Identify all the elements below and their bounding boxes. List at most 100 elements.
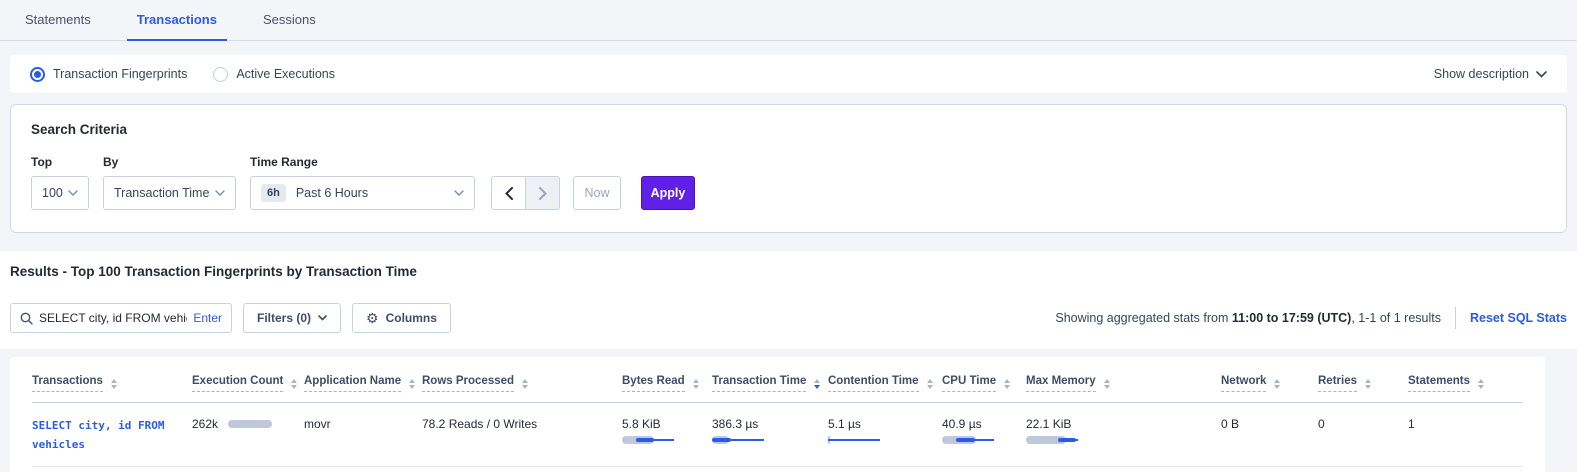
chevron-down-icon — [1536, 71, 1547, 78]
radio-label: Active Executions — [236, 67, 335, 81]
show-description-toggle[interactable]: Show description — [1434, 67, 1547, 81]
transaction-time-value: 386.3 µs — [712, 417, 822, 431]
column-header-statements[interactable]: Statements — [1408, 375, 1503, 392]
execution-count-bar — [228, 420, 272, 428]
transaction-fingerprint-link[interactable]: SELECT city, id FROM vehicles — [32, 419, 164, 451]
radio-transaction-fingerprints[interactable]: Transaction Fingerprints — [30, 67, 187, 82]
sort-icon[interactable] — [927, 379, 933, 389]
aggregated-stats-text: Showing aggregated stats from 11:00 to 1… — [1055, 307, 1567, 329]
rows-processed-value: 78.2 Reads / 0 Writes — [422, 417, 622, 431]
search-icon — [20, 312, 33, 325]
sort-icon[interactable] — [693, 379, 699, 389]
max-memory-bar — [1026, 436, 1078, 444]
column-header-max-memory[interactable]: Max Memory — [1026, 375, 1221, 392]
cpu-time-value: 40.9 µs — [942, 417, 1020, 431]
max-memory-value: 22.1 KiB — [1026, 417, 1215, 431]
column-header-label: Max Memory — [1026, 375, 1096, 392]
columns-button[interactable]: ⚙ Columns — [352, 303, 451, 333]
table-row: SELECT city, id FROM vehicles 262k movr … — [32, 403, 1523, 467]
time-range-field: Time Range 6h Past 6 Hours — [250, 155, 475, 210]
column-header-label: Rows Processed — [422, 375, 514, 392]
sort-icon[interactable] — [1478, 379, 1484, 389]
divider — [1455, 307, 1456, 329]
time-range-value: Past 6 Hours — [296, 186, 368, 200]
top-field: Top 100 — [31, 155, 89, 210]
transactions-table-wrap: Transactions Execution Count Application N… — [0, 349, 1577, 472]
view-toggle-row: Transaction Fingerprints Active Executio… — [10, 55, 1567, 93]
sort-icon[interactable] — [111, 379, 117, 389]
column-header-label: CPU Time — [942, 375, 996, 392]
column-header-transactions[interactable]: Transactions — [32, 375, 192, 392]
search-box: Enter — [10, 303, 232, 333]
chevron-down-icon — [215, 190, 225, 196]
sort-icon[interactable] — [291, 379, 297, 389]
retries-value: 0 — [1318, 417, 1408, 431]
search-criteria-title: Search Criteria — [31, 122, 1546, 137]
column-header-bytes-read[interactable]: Bytes Read — [622, 375, 712, 392]
column-header-label: Transaction Time — [712, 375, 806, 392]
filters-button[interactable]: Filters (0) — [243, 303, 341, 333]
sort-icon[interactable] — [1004, 379, 1010, 389]
column-header-label: Transactions — [32, 375, 103, 392]
by-select-value: Transaction Time — [114, 186, 209, 200]
column-header-label: Contention Time — [828, 375, 919, 392]
now-button[interactable]: Now — [573, 176, 621, 210]
application-name-value: movr — [304, 417, 422, 431]
radio-selected-icon — [30, 67, 45, 82]
sort-icon[interactable] — [522, 379, 528, 389]
top-select[interactable]: 100 — [31, 176, 89, 210]
by-label: By — [103, 155, 236, 169]
column-header-label: Execution Count — [192, 375, 283, 392]
column-header-label: Bytes Read — [622, 375, 685, 392]
stats-time-range: 11:00 to 17:59 (UTC) — [1232, 311, 1351, 325]
column-header-cpu-time[interactable]: CPU Time — [942, 375, 1026, 392]
column-header-transaction-time[interactable]: Transaction Time — [712, 375, 828, 392]
time-range-prev-button[interactable] — [491, 176, 526, 210]
by-select[interactable]: Transaction Time — [103, 176, 236, 210]
columns-label: Columns — [386, 311, 437, 325]
sort-icon[interactable] — [409, 379, 415, 389]
column-header-retries[interactable]: Retries — [1318, 375, 1408, 392]
tab-statements[interactable]: Statements — [15, 12, 101, 40]
sort-icon[interactable] — [1104, 379, 1110, 389]
column-header-contention-time[interactable]: Contention Time — [828, 375, 942, 392]
chevron-down-icon — [454, 190, 464, 196]
radio-label: Transaction Fingerprints — [53, 67, 187, 81]
transaction-time-bar — [712, 436, 764, 444]
transactions-table: Transactions Execution Count Application N… — [10, 357, 1545, 472]
cpu-time-bar — [942, 436, 994, 444]
tab-sessions[interactable]: Sessions — [253, 12, 326, 40]
column-header-network[interactable]: Network — [1221, 375, 1318, 392]
column-header-label: Statements — [1408, 375, 1470, 392]
results-title: Results - Top 100 Transaction Fingerprin… — [10, 264, 1567, 279]
reset-sql-stats-link[interactable]: Reset SQL Stats — [1470, 311, 1567, 325]
gear-icon: ⚙ — [366, 311, 379, 325]
filters-label: Filters (0) — [257, 311, 311, 325]
radio-active-executions[interactable]: Active Executions — [213, 67, 335, 82]
column-header-application-name[interactable]: Application Name — [304, 375, 422, 392]
sort-icon[interactable] — [1365, 379, 1371, 389]
chevron-right-icon — [539, 187, 547, 200]
column-header-rows-processed[interactable]: Rows Processed — [422, 375, 622, 392]
search-input[interactable] — [39, 311, 187, 325]
apply-button[interactable]: Apply — [641, 176, 695, 210]
chevron-left-icon — [505, 187, 513, 200]
chevron-down-icon — [318, 315, 327, 321]
contention-time-value: 5.1 µs — [828, 417, 936, 431]
column-header-execution-count[interactable]: Execution Count — [192, 375, 304, 392]
network-value: 0 B — [1221, 417, 1318, 431]
sort-icon[interactable] — [814, 379, 820, 389]
sort-icon[interactable] — [1274, 379, 1280, 389]
top-label: Top — [31, 155, 89, 169]
time-range-select[interactable]: 6h Past 6 Hours — [250, 176, 475, 210]
statements-value: 1 — [1408, 417, 1503, 431]
bytes-read-bar — [622, 436, 674, 444]
time-range-next-button[interactable] — [525, 176, 560, 210]
show-description-label: Show description — [1434, 67, 1529, 81]
bytes-read-value: 5.8 KiB — [622, 417, 706, 431]
time-range-label: Time Range — [250, 155, 475, 169]
time-range-arrows — [491, 176, 560, 210]
column-header-label: Retries — [1318, 375, 1357, 392]
tab-transactions[interactable]: Transactions — [127, 12, 227, 40]
by-field: By Transaction Time — [103, 155, 236, 210]
